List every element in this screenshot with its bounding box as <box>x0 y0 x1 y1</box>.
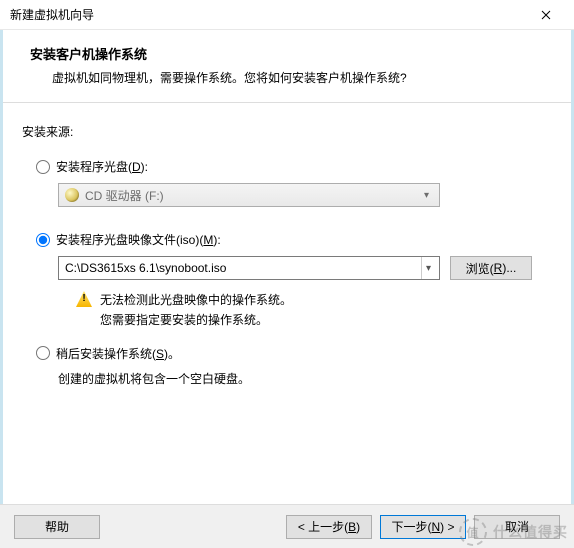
radio-disc[interactable] <box>36 160 50 174</box>
chevron-down-icon: ▾ <box>418 190 435 201</box>
disc-icon <box>65 188 79 202</box>
radio-later[interactable] <box>36 346 50 360</box>
browse-button[interactable]: 浏览(R)... <box>450 256 532 280</box>
iso-path-combo[interactable]: C:\DS3615xs 6.1\synoboot.iso ▾ <box>58 256 440 280</box>
radio-iso[interactable] <box>36 233 50 247</box>
disc-drive-combo[interactable]: CD 驱动器 (F:) ▾ <box>58 183 440 207</box>
chevron-down-icon[interactable]: ▾ <box>421 257 435 279</box>
back-button[interactable]: < 上一步(B) <box>286 515 372 539</box>
option-iso[interactable]: 安装程序光盘映像文件(iso)(M): <box>36 231 552 248</box>
wizard-content: 安装来源: 安装程序光盘(D): CD 驱动器 (F:) ▾ 安装程序光盘映像文… <box>0 103 574 397</box>
option-disc-label: 安装程序光盘(D): <box>56 158 148 175</box>
wizard-header: 安装客户机操作系统 虚拟机如同物理机，需要操作系统。您将如何安装客户机操作系统? <box>0 30 574 103</box>
cancel-button[interactable]: 取消 <box>474 515 560 539</box>
option-later-description: 创建的虚拟机将包含一个空白硬盘。 <box>58 370 552 387</box>
window-left-border <box>0 30 3 548</box>
close-button[interactable] <box>526 1 566 29</box>
page-subtitle: 虚拟机如同物理机，需要操作系统。您将如何安装客户机操作系统? <box>52 69 552 86</box>
window-title: 新建虚拟机向导 <box>10 6 526 23</box>
option-disc[interactable]: 安装程序光盘(D): <box>36 158 552 175</box>
option-iso-label: 安装程序光盘映像文件(iso)(M): <box>56 231 221 248</box>
option-later[interactable]: 稍后安装操作系统(S)。 <box>36 345 552 362</box>
iso-warning-text: 无法检测此光盘映像中的操作系统。 您需要指定要安装的操作系统。 <box>100 290 292 331</box>
help-button[interactable]: 帮助 <box>14 515 100 539</box>
wizard-footer: 帮助 < 上一步(B) 下一步(N) > 取消 <box>0 504 574 548</box>
next-button[interactable]: 下一步(N) > <box>380 515 466 539</box>
install-source-label: 安装来源: <box>22 123 552 140</box>
iso-warning: 无法检测此光盘映像中的操作系统。 您需要指定要安装的操作系统。 <box>76 290 552 331</box>
close-icon <box>541 10 551 20</box>
warning-icon <box>76 291 92 307</box>
disc-drive-value: CD 驱动器 (F:) <box>85 187 418 204</box>
page-title: 安装客户机操作系统 <box>30 44 552 63</box>
option-later-label: 稍后安装操作系统(S)。 <box>56 345 180 362</box>
titlebar: 新建虚拟机向导 <box>0 0 574 30</box>
iso-path-value: C:\DS3615xs 6.1\synoboot.iso <box>65 261 421 275</box>
